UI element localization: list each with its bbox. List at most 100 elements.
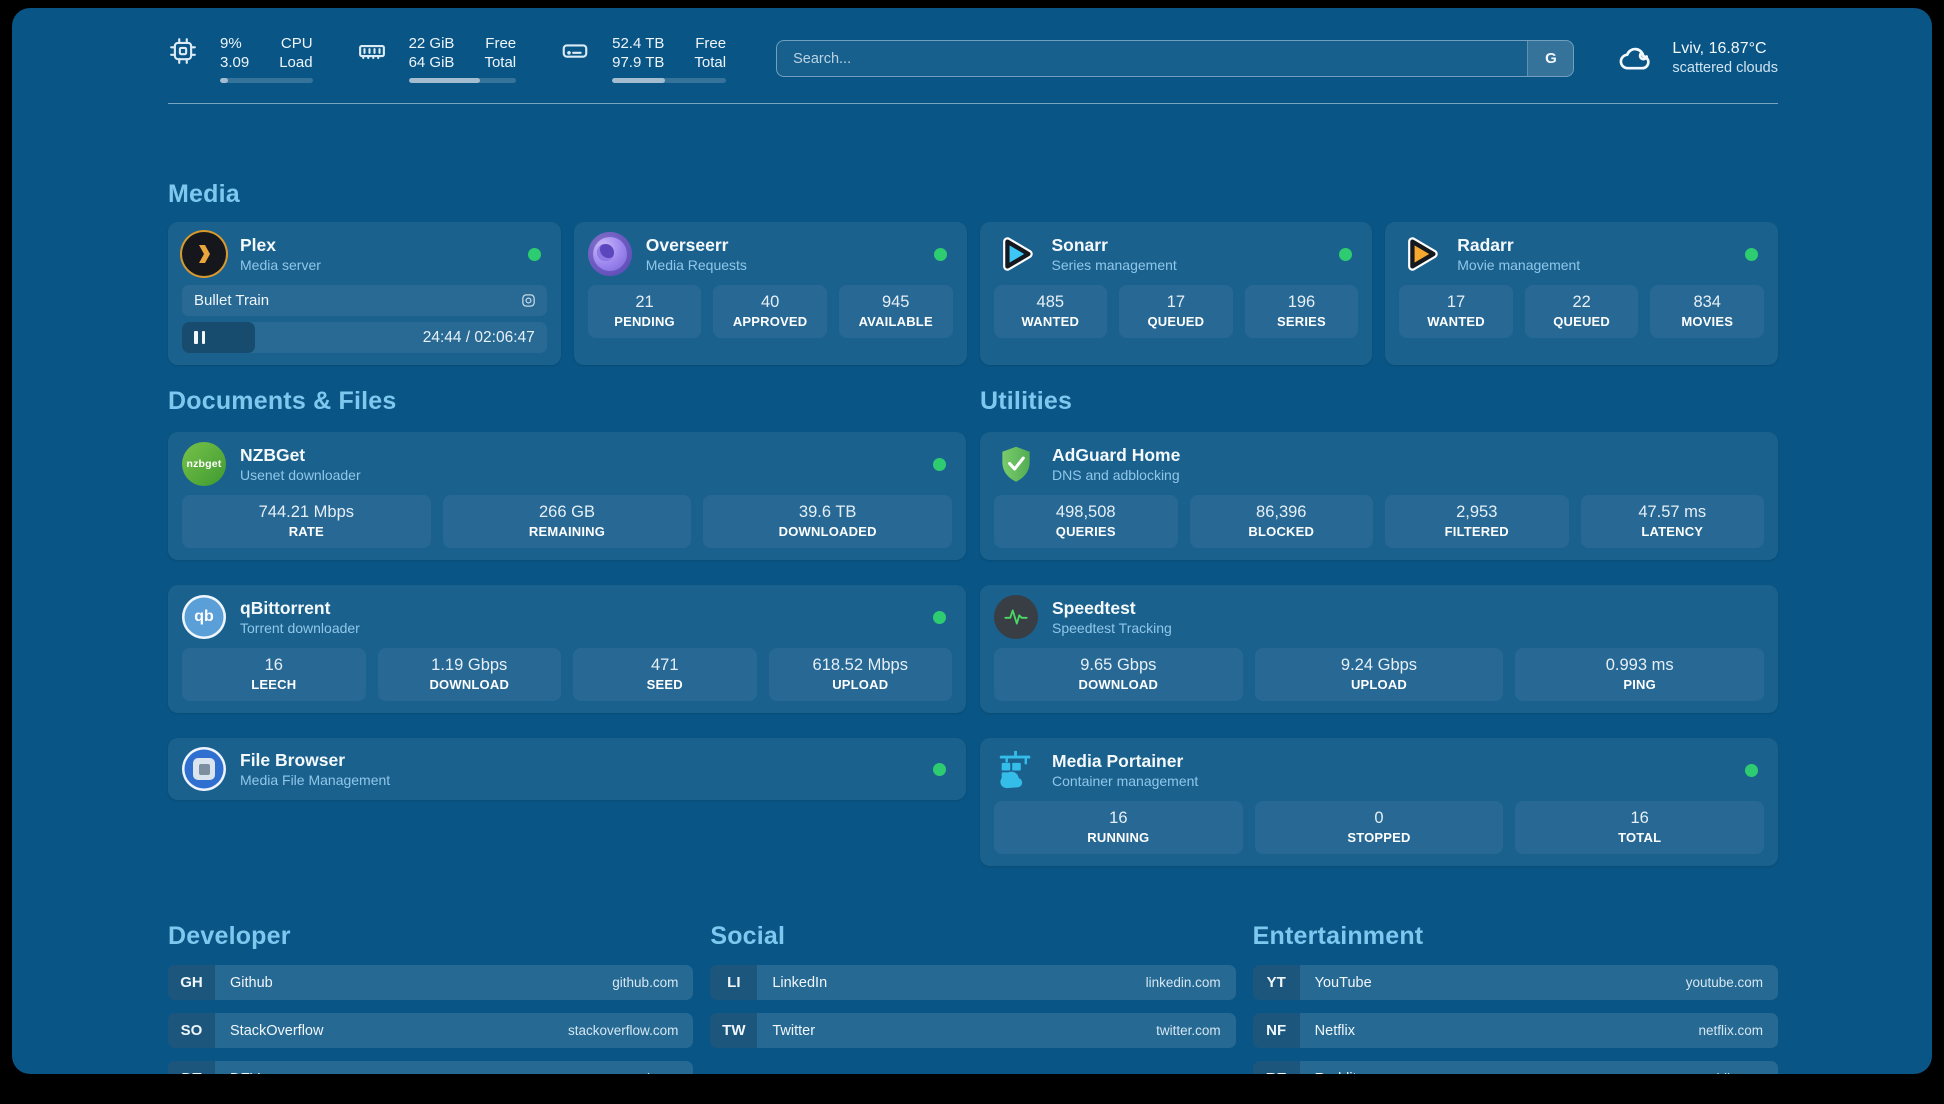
social-heading: Social [710, 922, 1235, 951]
speedtest-icon [994, 595, 1038, 639]
playback-time: 24:44 / 02:06:47 [423, 322, 535, 353]
top-bar: 9% 3.09 CPU Load [168, 34, 1778, 83]
stat-approved: 40 APPROVED [713, 285, 827, 338]
stat-downloaded: 39.6 TB DOWNLOADED [703, 495, 952, 548]
card-nzbget[interactable]: nzbget NZBGet Usenet downloader 744.21 M… [168, 432, 966, 560]
bookmark-youtube[interactable]: YT YouTube youtube.com [1253, 965, 1778, 1000]
search-bar[interactable]: G [776, 40, 1574, 77]
bookmark-reddit[interactable]: RE Reddit reddit.com [1253, 1061, 1778, 1074]
stat-remaining: 266 GB REMAINING [443, 495, 692, 548]
stat-download: 9.65 Gbps DOWNLOAD [994, 648, 1243, 701]
weather-widget: Lviv, 16.87°C scattered clouds [1616, 39, 1778, 79]
section-utilities: Utilities [980, 387, 1778, 866]
card-title: File Browser [240, 749, 933, 771]
card-title: Plex [240, 234, 528, 256]
playback-progress-bar: 24:44 / 02:06:47 [182, 322, 547, 353]
memory-total: 64 GiB [409, 53, 455, 72]
card-subtitle: Media Requests [646, 256, 934, 274]
card-title: Speedtest [1052, 597, 1764, 619]
status-dot [1339, 248, 1352, 261]
cpu-progress-track [220, 78, 313, 83]
session-settings-icon[interactable] [520, 292, 537, 309]
card-adguard[interactable]: AdGuard Home DNS and adblocking 498,508 … [980, 432, 1778, 560]
section-media: Media Plex Media server [168, 180, 1778, 365]
stat-movies: 834 MOVIES [1650, 285, 1764, 338]
card-speedtest[interactable]: Speedtest Speedtest Tracking 9.65 Gbps D… [980, 585, 1778, 713]
search-input[interactable] [777, 41, 1527, 76]
status-dot [933, 611, 946, 624]
playback-progress-fill [182, 322, 255, 353]
card-subtitle: Container management [1052, 772, 1745, 790]
bookmark-github[interactable]: GH Github github.com [168, 965, 693, 1000]
stat-upload: 9.24 Gbps UPLOAD [1255, 648, 1504, 701]
card-sonarr[interactable]: Sonarr Series management 485 WANTED 17 Q… [980, 222, 1373, 365]
ram-icon [357, 36, 387, 66]
disk-free-label: Free [694, 34, 726, 53]
section-entertainment: Entertainment YT YouTube youtube.com NF … [1253, 922, 1778, 1074]
memory-free: 22 GiB [409, 34, 455, 53]
bookmark-netflix[interactable]: NF Netflix netflix.com [1253, 1013, 1778, 1048]
card-qbittorrent[interactable]: qb qBittorrent Torrent downloader 16 [168, 585, 966, 713]
cpu-icon [168, 36, 198, 66]
memory-widget: 22 GiB 64 GiB Free Total [357, 34, 517, 83]
memory-progress-fill [409, 78, 480, 83]
qbittorrent-icon: qb [182, 595, 226, 639]
entertainment-heading: Entertainment [1253, 922, 1778, 951]
status-dot [1745, 248, 1758, 261]
cloud-icon [1616, 39, 1656, 79]
stat-blocked: 86,396 BLOCKED [1190, 495, 1374, 548]
stat-available: 945 AVAILABLE [839, 285, 953, 338]
memory-total-label: Total [484, 53, 516, 72]
card-filebrowser[interactable]: File Browser Media File Management [168, 738, 966, 800]
section-documents: Documents & Files nzbget NZBGet Usenet d… [168, 387, 966, 800]
bookmark-linkedin[interactable]: LI LinkedIn linkedin.com [710, 965, 1235, 1000]
stat-queued: 17 QUEUED [1119, 285, 1233, 338]
card-title: Sonarr [1052, 234, 1340, 256]
card-title: NZBGet [240, 444, 933, 466]
card-subtitle: Series management [1052, 256, 1340, 274]
overseerr-icon [588, 232, 632, 276]
weather-condition: scattered clouds [1672, 59, 1778, 78]
card-subtitle: Movie management [1457, 256, 1745, 274]
now-playing-title: Bullet Train [194, 292, 269, 309]
card-radarr[interactable]: Radarr Movie management 17 WANTED 22 QUE… [1385, 222, 1778, 365]
stat-wanted: 17 WANTED [1399, 285, 1513, 338]
card-portainer[interactable]: Media Portainer Container management 16 … [980, 738, 1778, 866]
filebrowser-icon [182, 747, 226, 791]
hard-drive-icon [560, 36, 590, 66]
stat-stopped: 0 STOPPED [1255, 801, 1504, 854]
card-subtitle: Media server [240, 256, 528, 274]
disk-progress-track [612, 78, 726, 83]
radarr-icon [1399, 232, 1443, 276]
card-title: Media Portainer [1052, 750, 1745, 772]
card-title: Radarr [1457, 234, 1745, 256]
cpu-progress-fill [220, 78, 228, 83]
cpu-load-label: Load [279, 53, 312, 72]
card-title: qBittorrent [240, 597, 933, 619]
disk-total: 97.9 TB [612, 53, 664, 72]
card-subtitle: DNS and adblocking [1052, 466, 1764, 484]
topbar-divider [168, 103, 1778, 104]
card-subtitle: Speedtest Tracking [1052, 619, 1764, 637]
card-plex[interactable]: Plex Media server Bullet Train [168, 222, 561, 365]
weather-location-temp: Lviv, 16.87°C [1672, 39, 1778, 59]
search-engine-button[interactable]: G [1527, 41, 1573, 76]
dashboard-page: 9% 3.09 CPU Load [12, 8, 1932, 1074]
cpu-label: CPU [279, 34, 312, 53]
bookmark-dev[interactable]: DT DEV dev.to [168, 1061, 693, 1074]
bookmark-twitter[interactable]: TW Twitter twitter.com [710, 1013, 1235, 1048]
stat-seed: 471 SEED [573, 648, 757, 701]
card-title: AdGuard Home [1052, 444, 1764, 466]
bookmark-stackoverflow[interactable]: SO StackOverflow stackoverflow.com [168, 1013, 693, 1048]
status-dot [933, 458, 946, 471]
adguard-icon [994, 442, 1038, 486]
card-overseerr[interactable]: Overseerr Media Requests 21 PENDING 40 A… [574, 222, 967, 365]
media-heading: Media [168, 180, 1778, 209]
cpu-widget: 9% 3.09 CPU Load [168, 34, 313, 83]
stat-series: 196 SERIES [1245, 285, 1359, 338]
developer-heading: Developer [168, 922, 693, 951]
portainer-icon [994, 748, 1038, 792]
stat-running: 16 RUNNING [994, 801, 1243, 854]
documents-heading: Documents & Files [168, 387, 966, 416]
stat-filtered: 2,953 FILTERED [1385, 495, 1569, 548]
